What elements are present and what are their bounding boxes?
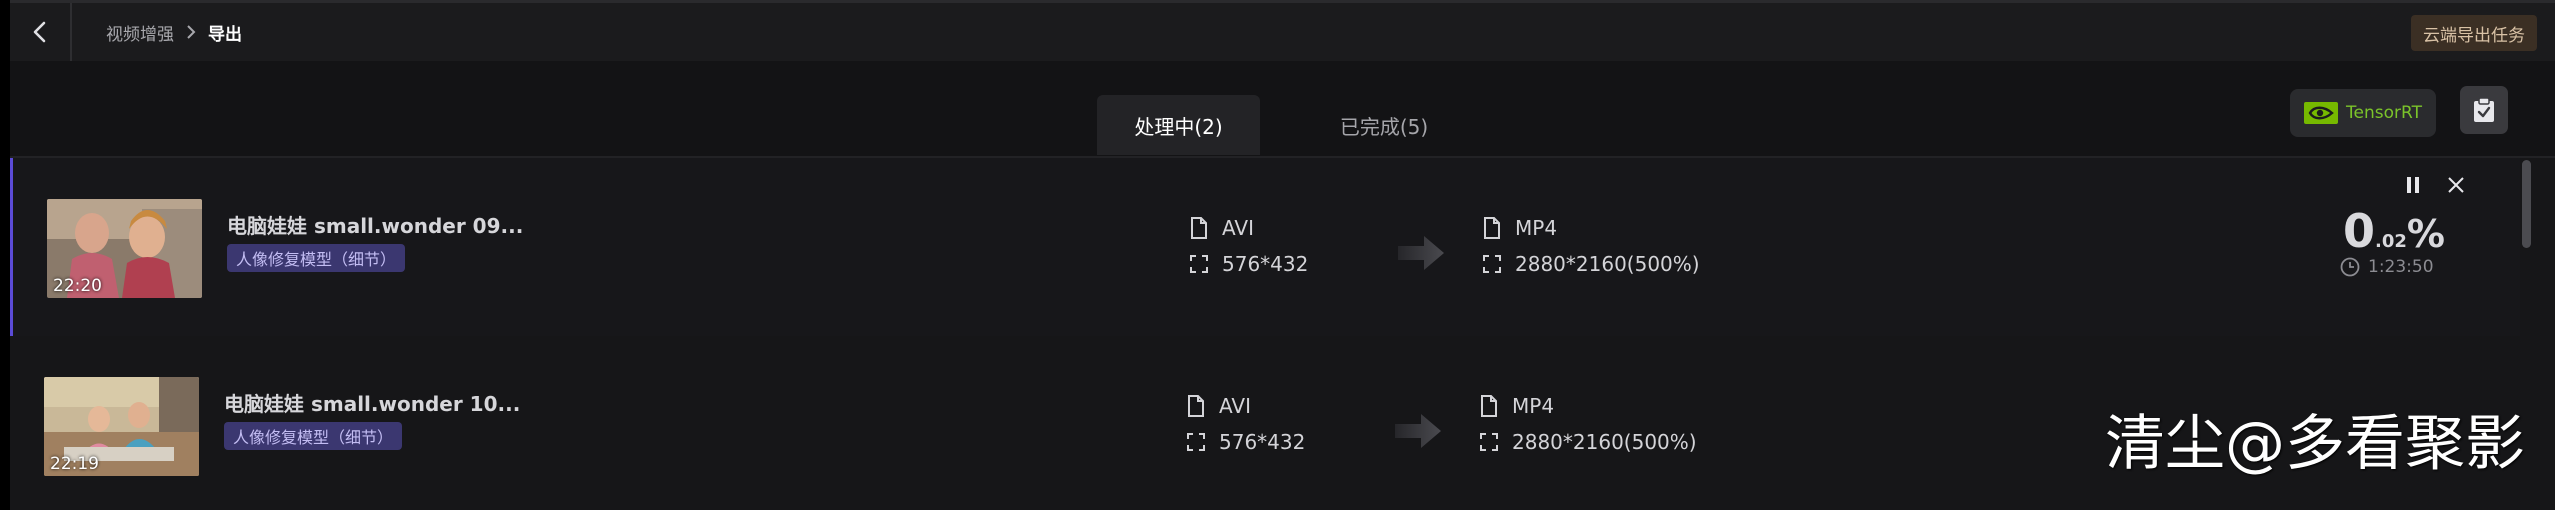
progress-symbol: % — [2406, 212, 2445, 256]
task-title: 电脑娃娃 small.wonder 09... — [227, 214, 524, 238]
tab-processing[interactable]: 处理中(2) — [1097, 95, 1260, 155]
target-format-label: MP4 — [1512, 394, 1555, 418]
pause-icon — [2407, 177, 2419, 193]
breadcrumb: 视频增强 导出 — [106, 3, 242, 61]
tensorrt-label: TensorRT — [2346, 103, 2422, 123]
breadcrumb-current: 导出 — [208, 24, 242, 45]
chevron-right-icon — [186, 24, 196, 40]
time-remaining-label: 1:23:50 — [2368, 257, 2434, 277]
source-format-label: AVI — [1222, 216, 1254, 240]
target-resolution: 2880*2160(500%) — [1483, 252, 1700, 276]
target-format: MP4 — [1483, 216, 1557, 240]
task-list-button[interactable] — [2460, 86, 2508, 134]
video-duration: 22:20 — [53, 276, 102, 296]
app-window: 视频增强 导出 云端导出任务 处理中(2) 已完成(5) TensorRT 22… — [10, 0, 2555, 510]
resolution-icon — [1187, 433, 1205, 451]
target-format-label: MP4 — [1515, 216, 1558, 240]
video-thumbnail: 22:20 — [47, 199, 202, 298]
source-format: AVI — [1190, 216, 1254, 240]
close-icon — [2448, 177, 2464, 193]
task-title: 电脑娃娃 small.wonder 10... — [224, 392, 521, 416]
watermark-text: 清尘@多看聚影 — [2105, 409, 2525, 479]
target-resolution: 2880*2160(500%) — [1480, 430, 1697, 454]
source-resolution-label: 576*432 — [1222, 252, 1309, 276]
resolution-icon — [1483, 255, 1501, 273]
file-icon — [1188, 395, 1204, 417]
progress-decimal: .02 — [2375, 231, 2407, 252]
nvidia-logo-icon — [2304, 102, 2339, 124]
video-duration: 22:19 — [50, 454, 99, 474]
list-scrollbar[interactable] — [2522, 160, 2531, 248]
source-format-label: AVI — [1219, 394, 1251, 418]
tab-bar: 处理中(2) 已完成(5) TensorRT — [10, 61, 2555, 158]
target-resolution-label: 2880*2160(500%) — [1515, 252, 1700, 276]
pause-button[interactable] — [2400, 172, 2426, 198]
target-format: MP4 — [1480, 394, 1554, 418]
source-resolution: 576*432 — [1190, 252, 1308, 276]
time-remaining: 1:23:50 — [2340, 257, 2434, 277]
breadcrumb-parent-link[interactable]: 视频增强 — [106, 20, 174, 45]
file-icon — [1484, 217, 1500, 239]
tab-completed[interactable]: 已完成(5) — [1285, 95, 1483, 155]
back-button[interactable] — [10, 3, 72, 61]
top-bar: 视频增强 导出 云端导出任务 — [10, 0, 2555, 61]
resolution-icon — [1190, 255, 1208, 273]
clock-icon — [2340, 257, 2360, 277]
progress-integer: 0 — [2343, 204, 2376, 258]
target-resolution-label: 2880*2160(500%) — [1512, 430, 1697, 454]
progress-percent: 0 .02 % — [2343, 204, 2445, 258]
source-resolution-label: 576*432 — [1219, 430, 1306, 454]
arrow-right-icon — [1398, 236, 1444, 270]
cancel-task-button[interactable] — [2443, 172, 2469, 198]
arrow-right-icon — [1395, 414, 1441, 448]
file-icon — [1191, 217, 1207, 239]
chevron-left-icon — [33, 21, 46, 43]
model-tag: 人像修复模型（细节） — [224, 422, 403, 450]
file-icon — [1481, 395, 1497, 417]
source-resolution: 576*432 — [1187, 430, 1305, 454]
cloud-export-tasks-button[interactable]: 云端导出任务 — [2411, 15, 2537, 51]
source-format: AVI — [1187, 394, 1251, 418]
tensorrt-button[interactable]: TensorRT — [2290, 89, 2436, 137]
model-tag: 人像修复模型（细节） — [227, 244, 406, 272]
clipboard-check-icon — [2474, 97, 2494, 122]
resolution-icon — [1480, 433, 1498, 451]
video-thumbnail: 22:19 — [44, 377, 199, 476]
task-row[interactable]: 22:20 电脑娃娃 small.wonder 09... 人像修复模型（细节）… — [10, 158, 2520, 336]
